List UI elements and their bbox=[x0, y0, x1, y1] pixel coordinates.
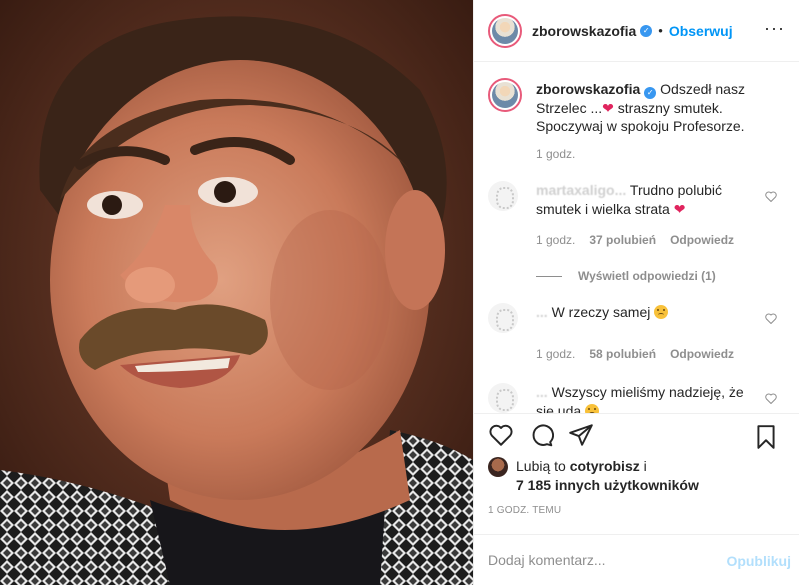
portrait-image bbox=[0, 0, 473, 585]
likes-summary: Lubią to cotyrobisz i 7 185 innych użytk… bbox=[474, 457, 799, 495]
add-comment-bar: Opublikuj bbox=[474, 534, 799, 585]
post-header: zborowskazofia ✓ • Obserwuj ··· bbox=[474, 0, 799, 63]
caption-time[interactable]: 1 godz. bbox=[536, 145, 751, 163]
comment-likes[interactable]: 58 polubień bbox=[589, 347, 656, 361]
comments-list[interactable]: zborowskazofia ✓ Odszedł nasz Strzelec ..… bbox=[474, 62, 799, 413]
verified-icon: ✓ bbox=[640, 24, 653, 37]
publish-button[interactable]: Opublikuj bbox=[726, 553, 791, 569]
view-replies-button[interactable]: Wyświetl odpowiedzi (1) bbox=[536, 269, 785, 283]
commenter-avatar[interactable] bbox=[488, 181, 518, 212]
reply-button[interactable]: Odpowiedz bbox=[670, 233, 734, 247]
like-comment-heart-icon[interactable] bbox=[765, 313, 777, 325]
liker-avatar[interactable] bbox=[488, 457, 508, 478]
action-bar bbox=[474, 412, 799, 458]
likes-prefix: Lubią to bbox=[516, 458, 566, 475]
reply-button[interactable]: Odpowiedz bbox=[670, 347, 734, 361]
comment-item: ... W rzeczy samej bbox=[488, 303, 785, 334]
red-heart-emoji-icon: ❤ bbox=[673, 201, 686, 218]
comment-time[interactable]: 1 godz. bbox=[536, 347, 575, 361]
comment-meta: 1 godz. 37 polubień Odpowiedz bbox=[536, 233, 785, 247]
instagram-post: zborowskazofia ✓ • Obserwuj ··· zborowsk… bbox=[0, 0, 799, 585]
like-comment-heart-icon[interactable] bbox=[765, 393, 777, 405]
commenter-username[interactable]: ... bbox=[536, 304, 548, 320]
commenter-avatar[interactable] bbox=[488, 303, 518, 334]
commenter-username[interactable]: martaxaligo... bbox=[536, 182, 626, 198]
comment-body: martaxaligo... Trudno polubić smutek i w… bbox=[536, 181, 756, 219]
more-icon[interactable]: ··· bbox=[764, 19, 785, 37]
separator-dot: • bbox=[658, 23, 663, 39]
comment-text: W rzeczy samej bbox=[551, 304, 651, 321]
red-heart-emoji-icon: ❤ bbox=[602, 100, 614, 117]
comment-item: ... Wszyscy mieliśmy nadzieję, że się ud… bbox=[488, 383, 785, 413]
author-username[interactable]: zborowskazofia bbox=[532, 23, 636, 39]
verified-icon: ✓ bbox=[644, 87, 657, 100]
comment-bubble-icon[interactable] bbox=[528, 422, 554, 448]
post-sidebar: zborowskazofia ✓ • Obserwuj ··· zborowsk… bbox=[473, 0, 799, 585]
commenter-avatar[interactable] bbox=[488, 383, 518, 413]
sad-face-emoji-icon bbox=[654, 305, 669, 320]
caption-avatar[interactable] bbox=[488, 78, 522, 113]
comment-meta: 1 godz. 58 polubień Odpowiedz bbox=[536, 347, 785, 361]
commenter-username[interactable]: ... bbox=[536, 384, 548, 400]
caption-text: zborowskazofia ✓ Odszedł nasz Strzelec ..… bbox=[536, 80, 751, 163]
share-send-icon[interactable] bbox=[568, 422, 594, 448]
comment-body: ... Wszyscy mieliśmy nadzieję, że się ud… bbox=[536, 383, 756, 413]
save-bookmark-icon[interactable] bbox=[753, 424, 779, 450]
follow-button[interactable]: Obserwuj bbox=[669, 23, 733, 39]
comment-body: ... W rzeczy samej bbox=[536, 303, 756, 333]
caption: zborowskazofia ✓ Odszedł nasz Strzelec ..… bbox=[488, 78, 785, 163]
post-photo[interactable] bbox=[0, 0, 473, 585]
caption-username[interactable]: zborowskazofia bbox=[536, 81, 640, 97]
comment-likes[interactable]: 37 polubień bbox=[589, 233, 656, 247]
likes-others[interactable]: 7 185 innych użytkowników bbox=[516, 477, 699, 493]
likes-suffix: i bbox=[643, 458, 647, 475]
post-time[interactable]: 1 godz. temu bbox=[474, 495, 799, 516]
disappointed-face-emoji-icon bbox=[585, 404, 600, 413]
like-heart-icon[interactable] bbox=[488, 422, 514, 448]
like-comment-heart-icon[interactable] bbox=[765, 191, 777, 203]
comment-item: martaxaligo... Trudno polubić smutek i w… bbox=[488, 181, 785, 219]
comment-input[interactable] bbox=[488, 552, 708, 569]
liker-username[interactable]: cotyrobisz bbox=[570, 458, 640, 474]
comment-text: Wszyscy mieliśmy nadzieję, że się uda bbox=[536, 384, 744, 413]
view-replies-label: Wyświetl odpowiedzi (1) bbox=[578, 269, 716, 284]
likes-text: Lubią to cotyrobisz i 7 185 innych użytk… bbox=[516, 457, 699, 495]
author-avatar[interactable] bbox=[488, 13, 522, 48]
comment-time[interactable]: 1 godz. bbox=[536, 233, 575, 247]
